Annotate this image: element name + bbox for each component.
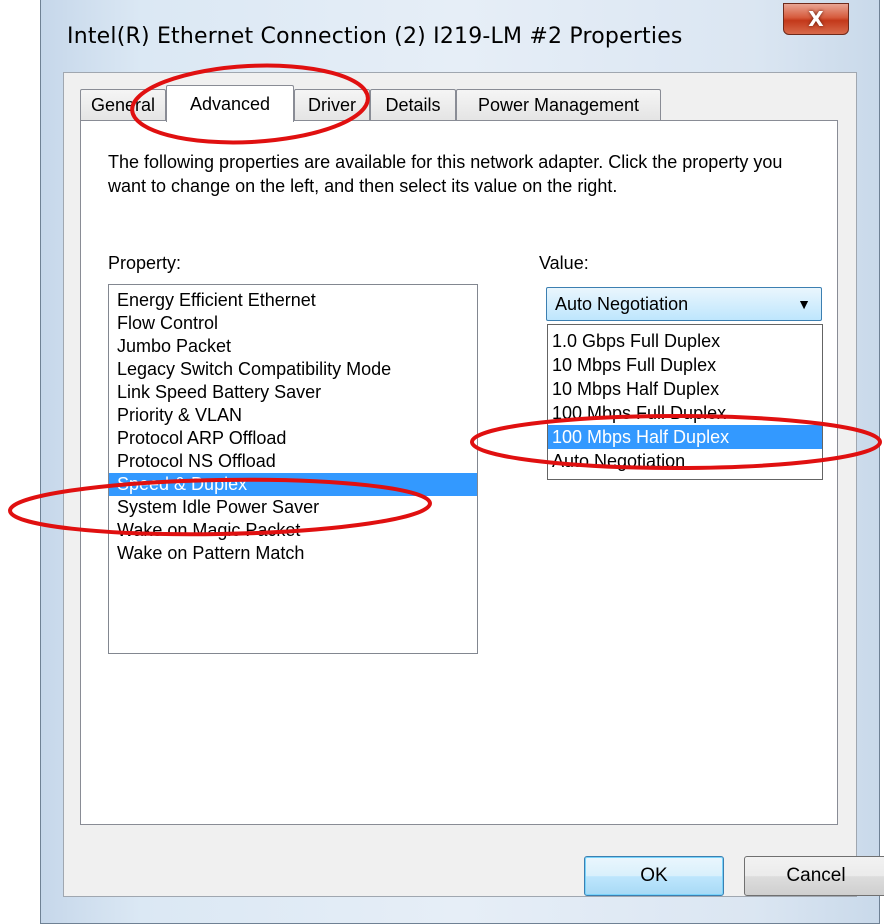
value-dropdown-list[interactable]: 1.0 Gbps Full Duplex 10 Mbps Full Duplex… xyxy=(547,324,823,480)
window-title: Intel(R) Ethernet Connection (2) I219-LM… xyxy=(67,24,683,49)
dropdown-arrow-icon[interactable]: ▼ xyxy=(797,288,811,320)
property-label: Property: xyxy=(108,253,182,273)
value-option[interactable]: 100 Mbps Full Duplex xyxy=(548,401,822,425)
property-item-selected[interactable]: Speed & Duplex xyxy=(109,473,477,496)
tab-advanced[interactable]: Advanced xyxy=(166,85,294,122)
property-listbox[interactable]: Energy Efficient Ethernet Flow Control J… xyxy=(108,284,478,654)
value-option[interactable]: Auto Negotiation xyxy=(548,449,822,473)
property-item[interactable]: Energy Efficient Ethernet xyxy=(109,289,477,312)
property-item[interactable]: Protocol NS Offload xyxy=(109,450,477,473)
property-item[interactable]: Legacy Switch Compatibility Mode xyxy=(109,358,477,381)
tab-details[interactable]: Details xyxy=(370,89,456,121)
cancel-button[interactable]: Cancel xyxy=(744,856,884,896)
value-combobox-text: Auto Negotiation xyxy=(555,294,689,314)
tab-driver[interactable]: Driver xyxy=(294,89,370,121)
ok-button[interactable]: OK xyxy=(584,856,724,896)
property-item[interactable]: Wake on Magic Packet xyxy=(109,519,477,542)
property-item[interactable]: Link Speed Battery Saver xyxy=(109,381,477,404)
tab-power-management[interactable]: Power Management xyxy=(456,89,661,121)
property-item[interactable]: Jumbo Packet xyxy=(109,335,477,358)
property-item[interactable]: Protocol ARP Offload xyxy=(109,427,477,450)
close-icon: X xyxy=(808,7,824,31)
advanced-tab-panel: The following properties are available f… xyxy=(80,120,838,825)
property-item[interactable]: System Idle Power Saver xyxy=(109,496,477,519)
value-option[interactable]: 1.0 Gbps Full Duplex xyxy=(548,329,822,353)
value-option-highlighted[interactable]: 100 Mbps Half Duplex xyxy=(548,425,822,449)
value-option[interactable]: 10 Mbps Half Duplex xyxy=(548,377,822,401)
value-label: Value: xyxy=(539,253,589,273)
value-option[interactable]: 10 Mbps Full Duplex xyxy=(548,353,822,377)
close-button[interactable]: X xyxy=(783,3,849,35)
tab-general[interactable]: General xyxy=(80,89,166,121)
property-item[interactable]: Priority & VLAN xyxy=(109,404,477,427)
property-item[interactable]: Flow Control xyxy=(109,312,477,335)
property-item[interactable]: Wake on Pattern Match xyxy=(109,542,477,565)
value-combobox[interactable]: Auto Negotiation ▼ xyxy=(546,287,822,321)
description-text: The following properties are available f… xyxy=(108,152,783,196)
properties-window: Intel(R) Ethernet Connection (2) I219-LM… xyxy=(40,0,884,924)
dialog-client-area: General Advanced Driver Details Power Ma… xyxy=(63,72,884,897)
title-bar[interactable]: Intel(R) Ethernet Connection (2) I219-LM… xyxy=(41,0,879,72)
